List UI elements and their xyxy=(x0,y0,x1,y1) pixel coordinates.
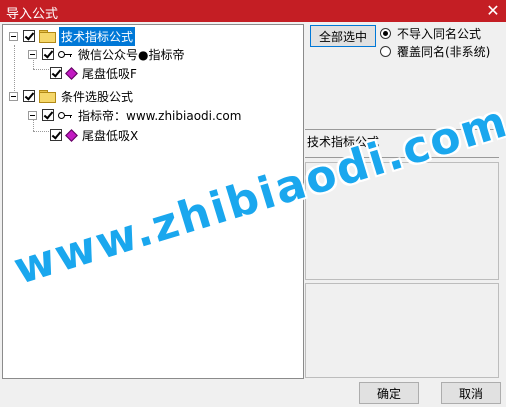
option-label: 不导入同名公式 xyxy=(397,27,482,41)
collapse-toggle-icon[interactable] xyxy=(28,49,37,59)
tree-node-tail-low-buy-f[interactable]: 尾盘低吸F xyxy=(50,64,139,82)
tree-node-label[interactable]: 尾盘低吸X xyxy=(80,126,140,145)
node-checkbox[interactable] xyxy=(50,129,62,141)
import-formula-dialog: 导入公式 ✕ 技术指标公式 微信公众号●指标帝 尾盘低吸F 条件选股公式 指标帝… xyxy=(0,0,506,407)
tree-node-wechat-indicator[interactable]: 微信公众号●指标帝 xyxy=(28,45,186,63)
formula-gem-icon xyxy=(66,130,76,140)
node-checkbox[interactable] xyxy=(42,48,54,60)
key-icon xyxy=(58,110,72,120)
node-checkbox[interactable] xyxy=(23,90,35,102)
node-checkbox[interactable] xyxy=(42,109,54,121)
tree-connector xyxy=(33,69,49,70)
formula-tree[interactable]: 技术指标公式 微信公众号●指标帝 尾盘低吸F 条件选股公式 指标帝：www.zh… xyxy=(2,24,304,379)
radio-button[interactable] xyxy=(380,46,391,57)
node-checkbox[interactable] xyxy=(50,67,62,79)
cancel-button[interactable]: 取消 xyxy=(441,382,501,404)
tree-node-label[interactable]: 技术指标公式 xyxy=(59,26,136,46)
formula-type-label: 技术指标公式 xyxy=(307,135,380,149)
folder-icon xyxy=(39,90,56,103)
tree-connector xyxy=(33,131,49,132)
title-bar: 导入公式 ✕ xyxy=(0,0,506,22)
select-all-button[interactable]: 全部选中 xyxy=(310,25,376,47)
ok-button[interactable]: 确定 xyxy=(359,382,419,404)
close-icon[interactable]: ✕ xyxy=(484,2,502,20)
tree-node-stock-selection-formulas[interactable]: 条件选股公式 xyxy=(9,87,135,105)
window-title: 导入公式 xyxy=(6,7,59,22)
folder-icon xyxy=(39,30,56,43)
tree-node-label[interactable]: 尾盘低吸F xyxy=(80,64,139,83)
tree-node-technical-formulas[interactable]: 技术指标公式 xyxy=(9,26,136,46)
formula-gem-icon xyxy=(66,68,76,78)
option-label: 覆盖同名(非系统) xyxy=(397,45,491,59)
radio-button[interactable] xyxy=(380,28,391,39)
tree-node-label[interactable]: 微信公众号●指标帝 xyxy=(76,45,186,64)
tree-node-tail-low-buy-x[interactable]: 尾盘低吸X xyxy=(50,126,140,144)
tree-node-label[interactable]: 指标帝：www.zhibiaodi.com xyxy=(76,106,243,125)
option-overwrite-duplicates[interactable]: 覆盖同名(非系统) xyxy=(380,43,490,60)
tree-node-label[interactable]: 条件选股公式 xyxy=(59,87,135,106)
node-checkbox[interactable] xyxy=(23,30,35,42)
tree-node-zhibiaodi-site[interactable]: 指标帝：www.zhibiaodi.com xyxy=(28,106,243,124)
formula-preview-panel xyxy=(305,162,499,280)
collapse-toggle-icon[interactable] xyxy=(9,91,18,101)
collapse-toggle-icon[interactable] xyxy=(9,31,18,41)
collapse-toggle-icon[interactable] xyxy=(28,110,37,120)
formula-type-display: 技术指标公式 xyxy=(305,129,499,158)
key-icon xyxy=(58,49,72,59)
option-skip-duplicates[interactable]: 不导入同名公式 xyxy=(380,25,481,42)
formula-description-panel xyxy=(305,283,499,378)
